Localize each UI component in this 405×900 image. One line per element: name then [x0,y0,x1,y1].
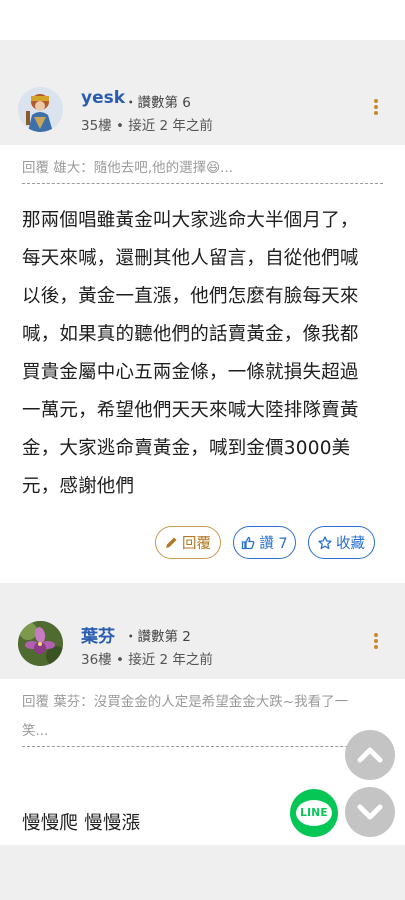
content-line: 一萬元，希望他們天天來喊大陸排隊賣黃 [22,400,359,421]
reply-quote[interactable]: 回覆 葉芬：沒買金金的人定是希望金金大跌~我看了一 笑... [22,688,383,747]
avatar[interactable] [18,87,63,132]
like-rank: ・讚數第 2 [124,629,191,645]
like-rank: ・讚數第 6 [124,95,191,111]
like-rank-text: 讚數第 6 [137,95,191,111]
scroll-up-button[interactable] [345,730,395,780]
content-line: 每天來喊，還刪其他人留言，自從他們喊 [22,248,359,269]
like-rank-text: 讚數第 2 [137,629,191,645]
meta-separator: • [111,118,129,134]
post-header: yesk ・讚數第 6 35樓 • 接近 2 年之前 [0,79,405,145]
line-logo-icon: LINE [296,800,332,826]
post-body: 回覆 雄大：隨他去吧,他的選擇😆... 那兩個唱雖黃金叫大家逃命大半個月了， 每… [0,145,405,583]
reply-quote[interactable]: 回覆 雄大：隨他去吧,他的選擇😆... [22,153,383,184]
thumbs-up-icon [242,536,255,549]
save-button[interactable]: 收藏 [308,526,375,559]
content-line: 喊，如果真的聽他們的話賣黃金，像我都 [22,324,359,345]
reply-label: 回覆 [182,536,211,552]
floor-number: 36樓 [81,652,112,668]
post-time: 接近 2 年之前 [128,652,213,668]
post-actions: 回覆 讚 7 收藏 [0,526,405,560]
content-line: 以後，黃金一直漲，他們怎麼有臉每天來 [22,286,359,307]
reply-quote-line: 回覆 葉芬：沒買金金的人定是希望金金大跌~我看了一 [22,694,349,710]
username[interactable]: yesk [81,88,125,108]
line-share-button[interactable]: LINE [290,789,338,837]
meta-separator: • [111,652,129,668]
chevron-up-icon [357,747,383,763]
star-icon [318,535,332,549]
more-vertical-icon[interactable] [369,99,383,121]
content-line: 金，大家逃命賣黃金，喊到金價3000美 [22,438,351,459]
save-label: 收藏 [336,536,365,552]
post-header: 葉芬 ・讚數第 2 36樓 • 接近 2 年之前 [0,613,405,679]
more-vertical-icon[interactable] [369,633,383,655]
username[interactable]: 葉芬 [81,622,115,647]
content-line: 那兩個唱雖黃金叫大家逃命大半個月了， [22,210,359,231]
avatar[interactable] [18,621,63,666]
post-meta: 36樓 • 接近 2 年之前 [81,648,213,668]
floor-number: 35樓 [81,118,112,134]
like-button[interactable]: 讚 7 [233,526,296,559]
chevron-down-icon [357,804,383,820]
post-meta: 35樓 • 接近 2 年之前 [81,114,213,134]
post-body: 回覆 葉芬：沒買金金的人定是希望金金大跌~我看了一 笑... 慢慢爬 慢慢漲 [0,679,405,845]
like-label: 讚 7 [259,536,288,552]
scroll-down-button[interactable] [345,787,395,837]
pencil-icon [166,537,177,548]
reply-button[interactable]: 回覆 [155,526,221,559]
content-line: 元，感謝他們 [22,476,135,497]
content-line: 買貴金屬中心五兩金條，一條就損失超過 [22,362,359,383]
previous-post-card [0,0,405,40]
post-content: 那兩個唱雖黃金叫大家逃命大半個月了， 每天來喊，還刪其他人留言，自從他們喊 以後… [22,202,377,506]
reply-quote-line: 笑... [22,723,49,739]
post-time: 接近 2 年之前 [128,118,213,134]
